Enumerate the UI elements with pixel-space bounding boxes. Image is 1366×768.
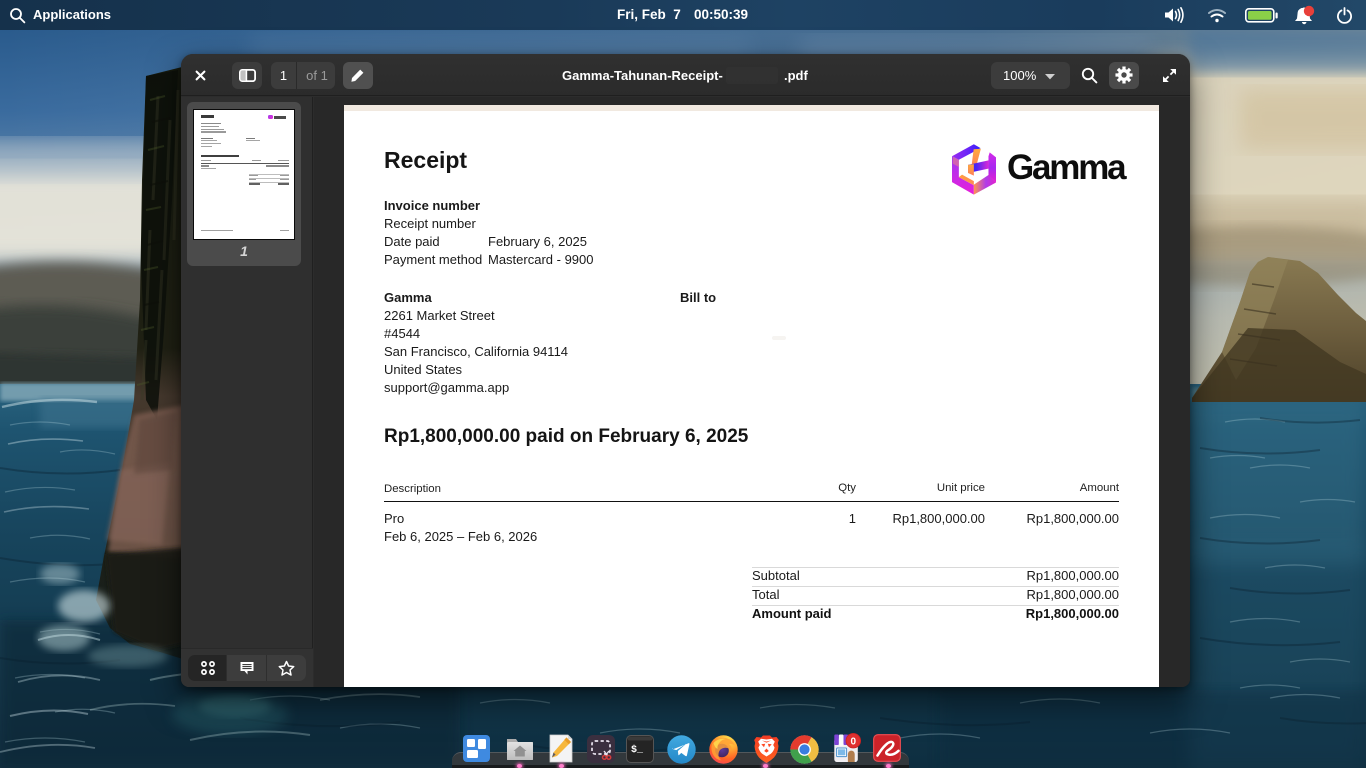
svg-text:0: 0 [851,736,857,747]
svg-text:$_: $_ [631,744,644,756]
